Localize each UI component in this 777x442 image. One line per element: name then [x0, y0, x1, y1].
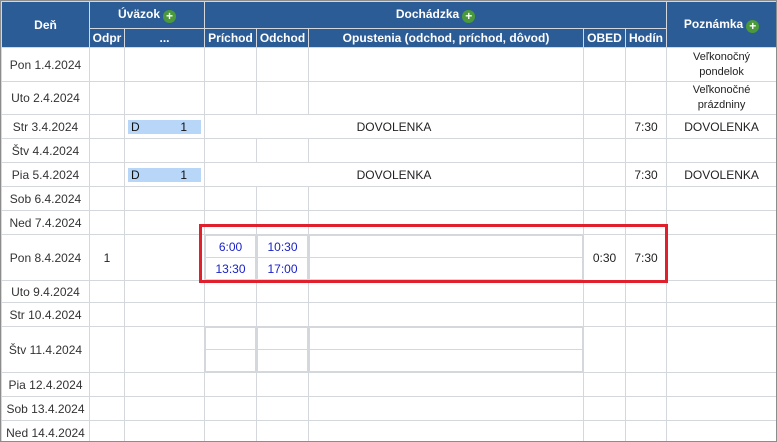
- header-dochadzka: Dochádzka +: [203, 1, 668, 29]
- header-hodin: Hodín: [624, 28, 668, 48]
- note-cell: DOVOLENKA: [666, 114, 776, 139]
- table-row[interactable]: Uto 9.4.2024: [1, 280, 776, 303]
- odpr-cell: 1: [89, 234, 125, 281]
- arrival-time-2[interactable]: 13:30: [205, 257, 256, 280]
- header-opustenia: Opustenia (odchod, príchod, dôvod): [308, 28, 584, 48]
- header-poznamka: Poznámka +: [666, 1, 776, 48]
- day-cell: Ned 14.4.2024: [1, 420, 90, 441]
- prichod-cell[interactable]: 6:00 13:30: [204, 234, 257, 281]
- day-cell: Uto 2.4.2024: [1, 81, 90, 115]
- day-cell: Str 10.4.2024: [1, 302, 90, 327]
- table-row[interactable]: Str 10.4.2024: [1, 302, 776, 327]
- table-row[interactable]: Štv 11.4.2024: [1, 326, 776, 373]
- day-cell: Pia 5.4.2024: [1, 162, 90, 187]
- add-dochadzka-plus-icon[interactable]: +: [462, 10, 476, 23]
- table-row[interactable]: Pon 8.4.2024 1 6:00 13:30 10:30 17:00 0:30…: [1, 234, 776, 281]
- table-row[interactable]: Ned 7.4.2024: [1, 210, 776, 235]
- table-row[interactable]: Uto 2.4.2024 Veľkonočné prázdniny: [1, 81, 776, 115]
- header-odpr: Odpr: [89, 28, 125, 48]
- day-cell: Ned 7.4.2024: [1, 210, 90, 235]
- hours-cell: 7:30: [624, 162, 668, 187]
- obed-cell: 0:30: [583, 234, 626, 281]
- leave-bar[interactable]: D1: [128, 119, 201, 134]
- arrival-time-1[interactable]: 6:00: [205, 235, 256, 258]
- uvazok-cell[interactable]: D1: [124, 114, 205, 139]
- day-cell: Pia 12.4.2024: [1, 372, 90, 397]
- table-row[interactable]: Štv 4.4.2024: [1, 138, 776, 163]
- add-poznamka-plus-icon[interactable]: +: [746, 19, 760, 33]
- table-row[interactable]: Sob 6.4.2024: [1, 186, 776, 211]
- attendance-grid-frame: Deň Úväzok + Dochádzka + Poznámka + Odpr ..…: [0, 0, 777, 442]
- day-cell: Sob 6.4.2024: [1, 186, 90, 211]
- header-obed: OBED: [583, 28, 626, 48]
- day-cell: Sob 13.4.2024: [1, 396, 90, 421]
- header-day: Deň: [1, 1, 90, 48]
- hours-cell: 7:30: [624, 234, 668, 281]
- add-uvazok-plus-icon[interactable]: +: [163, 10, 177, 23]
- departure-time-1[interactable]: 10:30: [257, 235, 308, 258]
- note-cell: Veľkonočný pondelok: [666, 47, 776, 82]
- table-row[interactable]: Str 3.4.2024 D1 DOVOLENKA 7:30 DOVOLENKA: [1, 114, 776, 139]
- hours-cell: 7:30: [624, 114, 668, 139]
- uvazok-cell[interactable]: D1: [124, 162, 205, 187]
- day-cell: Uto 9.4.2024: [1, 280, 90, 303]
- leave-cell: DOVOLENKA: [204, 114, 584, 139]
- departure-time-2[interactable]: 17:00: [257, 257, 308, 280]
- day-cell: Str 3.4.2024: [1, 114, 90, 139]
- header-ellipsis: ...: [124, 28, 205, 48]
- header-uvazok: Úväzok +: [89, 1, 205, 29]
- opustenia-cell[interactable]: [308, 234, 584, 281]
- header-prichod: Príchod: [204, 28, 257, 48]
- odchod-cell[interactable]: 10:30 17:00: [256, 234, 309, 281]
- table-row[interactable]: Sob 13.4.2024: [1, 396, 776, 421]
- note-cell: Veľkonočné prázdniny: [666, 81, 776, 115]
- day-cell: Štv 4.4.2024: [1, 138, 90, 163]
- leave-cell: DOVOLENKA: [204, 162, 584, 187]
- day-cell: Pon 1.4.2024: [1, 47, 90, 82]
- table-row[interactable]: Pia 12.4.2024: [1, 372, 776, 397]
- day-cell: Štv 11.4.2024: [1, 326, 90, 373]
- table-row[interactable]: Pon 1.4.2024 Veľkonočný pondelok: [1, 47, 776, 82]
- leave-bar[interactable]: D1: [128, 167, 201, 182]
- day-cell: Pon 8.4.2024: [1, 234, 90, 281]
- attendance-table: Deň Úväzok + Dochádzka + Poznámka + Odpr ..…: [1, 1, 776, 441]
- table-row[interactable]: Pia 5.4.2024 D1 DOVOLENKA 7:30 DOVOLENKA: [1, 162, 776, 187]
- table-row[interactable]: Ned 14.4.2024: [1, 420, 776, 441]
- note-cell: DOVOLENKA: [666, 162, 776, 187]
- header-odchod: Odchod: [256, 28, 309, 48]
